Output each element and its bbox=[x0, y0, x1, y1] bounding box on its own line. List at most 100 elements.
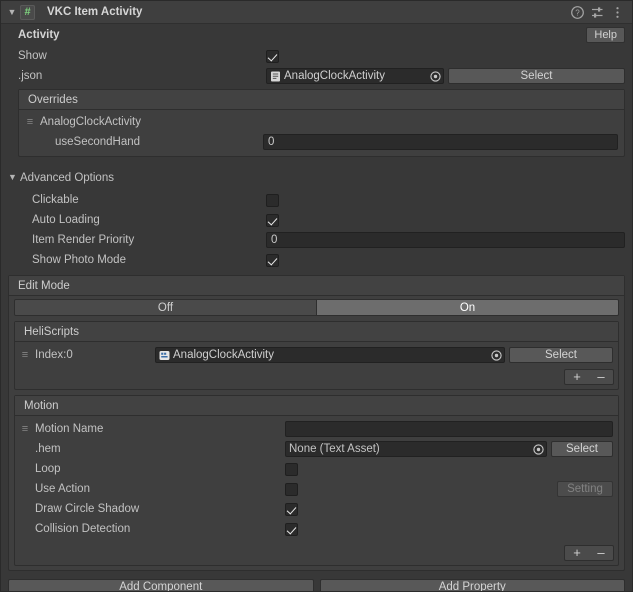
heliscripts-select-button[interactable]: Select bbox=[509, 347, 613, 363]
more-menu-icon[interactable] bbox=[609, 4, 626, 21]
overrides-group-row: AnalogClockActivity bbox=[25, 112, 618, 132]
inspector-body: Activity Help Show .json AnalogClockActi… bbox=[1, 24, 632, 591]
motion-name-row: Motion Name bbox=[20, 419, 613, 439]
collision-detection-label: Collision Detection bbox=[35, 523, 131, 535]
json-label: .json bbox=[18, 70, 43, 82]
hem-select-button[interactable]: Select bbox=[551, 441, 613, 457]
auto-loading-checkbox[interactable] bbox=[266, 213, 279, 227]
show-label: Show bbox=[18, 50, 47, 62]
heliscripts-title: HeliScripts bbox=[15, 322, 618, 342]
hem-row: .hem None (Text Asset) Select bbox=[20, 439, 613, 459]
draw-circle-shadow-label: Draw Circle Shadow bbox=[35, 503, 140, 515]
footer-buttons: Add Component Add Property bbox=[8, 575, 625, 591]
heliscripts-list-item: Index:0 AnalogClockActivity bbox=[20, 345, 613, 365]
json-object-name: AnalogClockActivity bbox=[284, 70, 385, 82]
edit-mode-option-off[interactable]: Off bbox=[15, 300, 316, 315]
show-row: Show bbox=[8, 46, 625, 66]
component-foldout-arrow[interactable]: ▼ bbox=[5, 7, 19, 17]
show-photo-mode-checkbox[interactable] bbox=[266, 253, 279, 267]
drag-handle-icon[interactable] bbox=[20, 350, 30, 361]
item-render-priority-label: Item Render Priority bbox=[32, 234, 135, 246]
help-button[interactable]: Help bbox=[586, 27, 625, 43]
loop-label: Loop bbox=[35, 463, 61, 475]
svg-text:?: ? bbox=[575, 8, 580, 17]
heliscripts-object-field[interactable]: AnalogClockActivity bbox=[155, 347, 505, 363]
heliscripts-list-footer: + – bbox=[15, 368, 618, 389]
hem-label: .hem bbox=[35, 443, 61, 455]
preset-icon[interactable] bbox=[589, 4, 606, 21]
add-property-button[interactable]: Add Property bbox=[319, 578, 625, 591]
overrides-panel: Overrides AnalogClockActivity useSecondH… bbox=[18, 89, 625, 157]
motion-list-footer: + – bbox=[15, 542, 618, 565]
motion-title: Motion bbox=[15, 396, 618, 416]
cs-script-icon: # bbox=[20, 4, 35, 20]
show-checkbox[interactable] bbox=[266, 49, 279, 63]
edit-mode-panel: Edit Mode Off On HeliScripts Index:0 bbox=[8, 275, 625, 571]
cs-script-icon bbox=[159, 350, 170, 360]
motion-addremove-group[interactable]: + – bbox=[564, 545, 614, 561]
hem-object-field[interactable]: None (Text Asset) bbox=[285, 441, 547, 457]
activity-section-header: Activity Help bbox=[8, 24, 625, 46]
json-row: .json AnalogClockActivity Select bbox=[8, 66, 625, 86]
use-action-checkbox[interactable] bbox=[285, 482, 298, 496]
help-icon[interactable]: ? bbox=[569, 4, 586, 21]
component-header[interactable]: ▼ # VKC Item Activity ? bbox=[1, 1, 632, 24]
add-component-button[interactable]: Add Component bbox=[8, 578, 314, 591]
json-select-button[interactable]: Select bbox=[448, 68, 625, 84]
loop-row: Loop bbox=[20, 459, 613, 479]
json-object-field[interactable]: AnalogClockActivity bbox=[266, 68, 444, 84]
item-render-priority-input[interactable]: 0 bbox=[266, 232, 625, 248]
motion-name-label: Motion Name bbox=[35, 423, 104, 435]
heliscripts-add-button[interactable]: + bbox=[565, 370, 589, 384]
heliscripts-object-name: AnalogClockActivity bbox=[173, 349, 274, 361]
drag-handle-icon[interactable] bbox=[25, 117, 35, 128]
use-action-setting-button[interactable]: Setting bbox=[557, 481, 613, 497]
overrides-group-name: AnalogClockActivity bbox=[40, 116, 141, 128]
clickable-label: Clickable bbox=[32, 194, 79, 206]
collision-detection-checkbox[interactable] bbox=[285, 522, 298, 536]
heliscripts-index-label: Index:0 bbox=[35, 349, 73, 361]
edit-mode-title: Edit Mode bbox=[9, 276, 624, 296]
clickable-row: Clickable bbox=[8, 190, 625, 210]
heliscripts-panel: HeliScripts Index:0 bbox=[14, 321, 619, 390]
motion-add-button[interactable]: + bbox=[565, 546, 589, 560]
item-render-priority-row: Item Render Priority 0 bbox=[8, 230, 625, 250]
advanced-options-foldout-arrow[interactable]: ▼ bbox=[8, 173, 20, 182]
override-field-label: useSecondHand bbox=[55, 136, 141, 148]
collision-detection-row: Collision Detection bbox=[20, 519, 613, 539]
use-action-label: Use Action bbox=[35, 483, 90, 495]
draw-circle-shadow-row: Draw Circle Shadow bbox=[20, 499, 613, 519]
advanced-options-header[interactable]: ▼ Advanced Options bbox=[8, 165, 625, 190]
heliscripts-addremove-group[interactable]: + – bbox=[564, 369, 614, 385]
inspector-window: ▼ # VKC Item Activity ? Activity Help Sh… bbox=[0, 0, 633, 592]
heliscripts-object-picker-icon[interactable] bbox=[490, 349, 503, 362]
show-photo-mode-label: Show Photo Mode bbox=[32, 254, 126, 266]
overrides-panel-inner: AnalogClockActivity useSecondHand 0 bbox=[19, 110, 624, 156]
hem-object-name: None (Text Asset) bbox=[289, 443, 380, 455]
edit-mode-option-on[interactable]: On bbox=[316, 300, 618, 315]
loop-checkbox[interactable] bbox=[285, 462, 298, 476]
clickable-checkbox[interactable] bbox=[266, 193, 279, 207]
json-object-picker-icon[interactable] bbox=[429, 70, 442, 83]
heliscripts-inner: Index:0 AnalogClockActivity bbox=[15, 342, 618, 368]
edit-mode-toggle-group[interactable]: Off On bbox=[14, 299, 619, 316]
auto-loading-row: Auto Loading bbox=[8, 210, 625, 230]
draw-circle-shadow-checkbox[interactable] bbox=[285, 502, 298, 516]
heliscripts-remove-button[interactable]: – bbox=[589, 370, 613, 384]
component-title: VKC Item Activity bbox=[47, 6, 143, 18]
drag-handle-icon[interactable] bbox=[20, 424, 30, 435]
auto-loading-label: Auto Loading bbox=[32, 214, 100, 226]
hem-object-picker-icon[interactable] bbox=[532, 443, 545, 456]
edit-mode-inner: Off On HeliScripts Index:0 bbox=[9, 296, 624, 570]
override-field-input[interactable]: 0 bbox=[263, 134, 618, 150]
advanced-options-label: Advanced Options bbox=[20, 171, 114, 184]
use-action-row: Use Action Setting bbox=[20, 479, 613, 499]
motion-name-input[interactable] bbox=[285, 421, 613, 437]
activity-section-label: Activity bbox=[18, 29, 60, 41]
text-asset-icon bbox=[271, 71, 280, 81]
motion-remove-button[interactable]: – bbox=[589, 546, 613, 560]
show-photo-mode-row: Show Photo Mode bbox=[8, 250, 625, 270]
overrides-panel-title: Overrides bbox=[19, 90, 624, 110]
motion-inner: Motion Name .hem None (Text Asset) bbox=[15, 416, 618, 542]
override-field-row: useSecondHand 0 bbox=[25, 132, 618, 152]
